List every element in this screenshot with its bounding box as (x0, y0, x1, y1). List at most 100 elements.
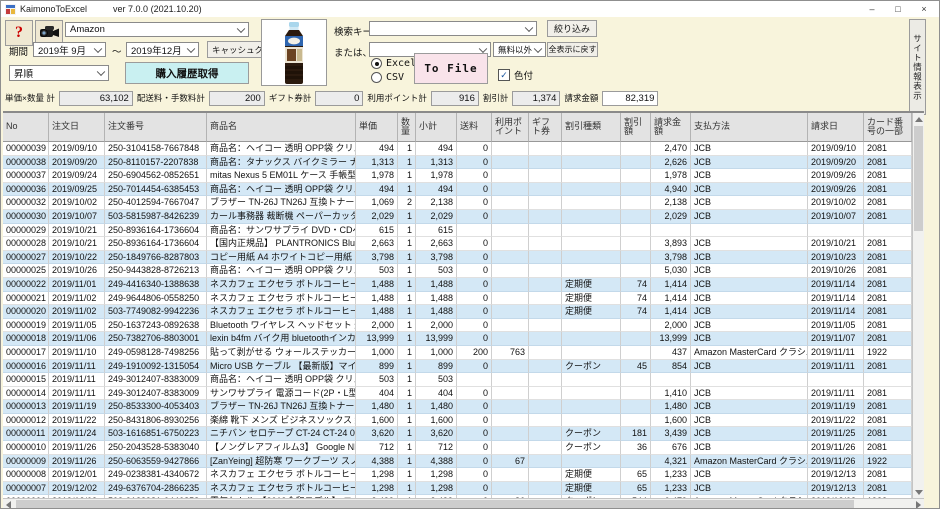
sort-order-select[interactable]: 昇順 (9, 65, 109, 81)
column-header[interactable]: カード番号の一部 (864, 113, 912, 142)
table-row[interactable]: 000000212019/11/02249-9644806-0558250ネスカ… (3, 292, 912, 306)
horizontal-scrollbar[interactable] (3, 498, 924, 509)
table-row[interactable]: 000000172019/11/10249-0598128-7498256貼って… (3, 346, 912, 360)
minimize-button[interactable]: – (859, 1, 885, 17)
table-cell: 1,480 (651, 400, 691, 414)
table-row[interactable]: 000000072019/12/02249-6376704-2866235ネスカ… (3, 482, 912, 496)
table-row[interactable]: 000000392019/09/10250-3104158-7667848商品名… (3, 142, 912, 156)
column-header[interactable]: ギフト券 (529, 113, 562, 142)
table-cell (562, 224, 621, 238)
table-cell: 250-8431806-8930256 (105, 414, 207, 428)
table-cell (492, 251, 529, 265)
table-row[interactable]: 000000302019/10/07503-5815987-8426239カール… (3, 210, 912, 224)
table-row[interactable]: 000000152019/11/11249-3012407-8383009商品名… (3, 373, 912, 387)
site-info-button[interactable]: サイト情報表示 (909, 19, 926, 115)
table-row[interactable]: 000000132019/11/19250-8533300-4053403ブラザ… (3, 400, 912, 414)
column-header[interactable]: No (3, 113, 49, 142)
column-header[interactable]: 注文番号 (105, 113, 207, 142)
fetch-history-button[interactable]: 購入履歴取得 (125, 62, 249, 84)
table-cell: 1,488 (416, 305, 457, 319)
table-row[interactable]: 000000272019/10/22250-1849766-8287803コピー… (3, 251, 912, 265)
table-row[interactable]: 000000102019/11/26250-2043528-5383040【ノン… (3, 441, 912, 455)
filter-button[interactable]: 絞り込み (547, 20, 597, 37)
table-row[interactable]: 000000122019/11/22250-8431806-8930256楽綿 … (3, 414, 912, 428)
column-header[interactable]: 割引種類 (562, 113, 621, 142)
table-row[interactable]: 000000222019/11/01249-4416340-1388638ネスカ… (3, 278, 912, 292)
column-header[interactable]: 送料 (457, 113, 492, 142)
free-filter-select[interactable]: 無料以外 (493, 42, 546, 57)
table-cell: 4,321 (651, 455, 691, 469)
column-header[interactable]: 数量 (398, 113, 416, 142)
to-file-button[interactable]: To File (414, 53, 488, 84)
table-cell (562, 400, 621, 414)
table-cell: 商品名：サンワサプライ DVD・CDペー... (207, 224, 356, 238)
table-cell (529, 387, 562, 401)
table-cell: 1,410 (651, 387, 691, 401)
table-row[interactable]: 000000142019/11/11249-3012407-8383009サンワ… (3, 387, 912, 401)
column-header[interactable]: 請求金額 (651, 113, 691, 142)
chevron-down-icon (187, 44, 195, 52)
table-cell: 0 (457, 292, 492, 306)
table-row[interactable]: 000000202019/11/02503-7749082-9942236ネスカ… (3, 305, 912, 319)
column-header[interactable]: 割引額 (621, 113, 651, 142)
column-header[interactable]: 請求日 (808, 113, 864, 142)
table-cell: 2019/11/11 (49, 387, 105, 401)
column-header[interactable]: 注文日 (49, 113, 105, 142)
table-row[interactable]: 000000092019/11/26250-6063559-9427866[Za… (3, 455, 912, 469)
table-cell: 0 (457, 332, 492, 346)
scroll-up-icon[interactable] (915, 117, 923, 122)
close-button[interactable]: × (911, 1, 937, 17)
table-cell: 2081 (864, 319, 912, 333)
table-cell: 1 (398, 278, 416, 292)
table-row[interactable]: 000000282019/10/21250-8936164-1736604【国内… (3, 237, 912, 251)
table-cell: 00000016 (3, 360, 49, 374)
table-cell: 2019/11/25 (808, 427, 864, 441)
table-row[interactable]: 000000112019/11/24503-1616851-6750223ニチバ… (3, 427, 912, 441)
vertical-scrollbar[interactable] (912, 113, 924, 498)
scroll-down-icon[interactable] (915, 490, 923, 495)
table-cell: 249-0238381-4340672 (105, 468, 207, 482)
table-row[interactable]: 000000382019/09/20250-8110157-2207838商品名… (3, 156, 912, 170)
table-row[interactable]: 000000192019/11/05250-1637243-0892638Blu… (3, 319, 912, 333)
table-row[interactable]: 000000252019/10/26250-9443828-8726213商品名… (3, 264, 912, 278)
table-row[interactable]: 000000362019/09/25250-7014454-6385453商品名… (3, 183, 912, 197)
column-header[interactable]: 利用ポイント (492, 113, 529, 142)
table-cell: 2019/12/02 (49, 482, 105, 496)
vertical-scroll-thumb[interactable] (914, 126, 923, 231)
color-checkbox[interactable]: ✓ 色付 (498, 68, 533, 82)
column-header[interactable]: 単価 (356, 113, 398, 142)
table-cell: 2019/09/24 (49, 169, 105, 183)
search-key-input[interactable] (369, 21, 537, 36)
table-cell: 404 (416, 387, 457, 401)
table-cell: クーポン (562, 360, 621, 374)
period-from-select[interactable]: 2019年 9月 (33, 42, 106, 57)
csv-radio[interactable]: CSV (371, 72, 404, 83)
table-cell: 1 (398, 224, 416, 238)
table-row[interactable]: 000000372019/09/24250-6904562-0852651mit… (3, 169, 912, 183)
table-cell (529, 400, 562, 414)
table-row[interactable]: 000000292019/10/21250-8936164-1736604商品名… (3, 224, 912, 238)
table-row[interactable]: 000000082019/12/01249-0238381-4340672ネスカ… (3, 468, 912, 482)
maximize-button[interactable]: □ (885, 1, 911, 17)
scroll-left-icon[interactable] (6, 501, 11, 509)
period-to-select[interactable]: 2019年12月 (126, 42, 199, 57)
column-header[interactable]: 支払方法 (691, 113, 808, 142)
column-header[interactable]: 商品名 (207, 113, 356, 142)
table-row[interactable]: 000000182019/11/06250-7382706-8803001lex… (3, 332, 912, 346)
excel-radio[interactable]: Excel (371, 58, 416, 69)
table-cell: 2019/11/26 (49, 441, 105, 455)
column-header[interactable]: 小計 (416, 113, 457, 142)
show-all-button[interactable]: 全表示に戻す (547, 42, 598, 57)
help-button[interactable]: ? (5, 20, 33, 46)
table-cell: 2019/11/11 (49, 373, 105, 387)
table-cell (492, 237, 529, 251)
summary-label: 利用ポイント計 (367, 92, 427, 104)
table-cell: 3,620 (416, 427, 457, 441)
scroll-right-icon[interactable] (916, 501, 921, 509)
table-cell (529, 142, 562, 156)
horizontal-scroll-thumb[interactable] (16, 500, 854, 508)
table-row[interactable]: 000000322019/10/02250-4012594-7667047ブラザ… (3, 196, 912, 210)
table-cell: mitas Nexus 5 EM01L ケース 手帳型 ... (207, 169, 356, 183)
site-select[interactable]: Amazon (65, 22, 249, 37)
table-row[interactable]: 000000162019/11/11249-1910092-1315054Mic… (3, 360, 912, 374)
